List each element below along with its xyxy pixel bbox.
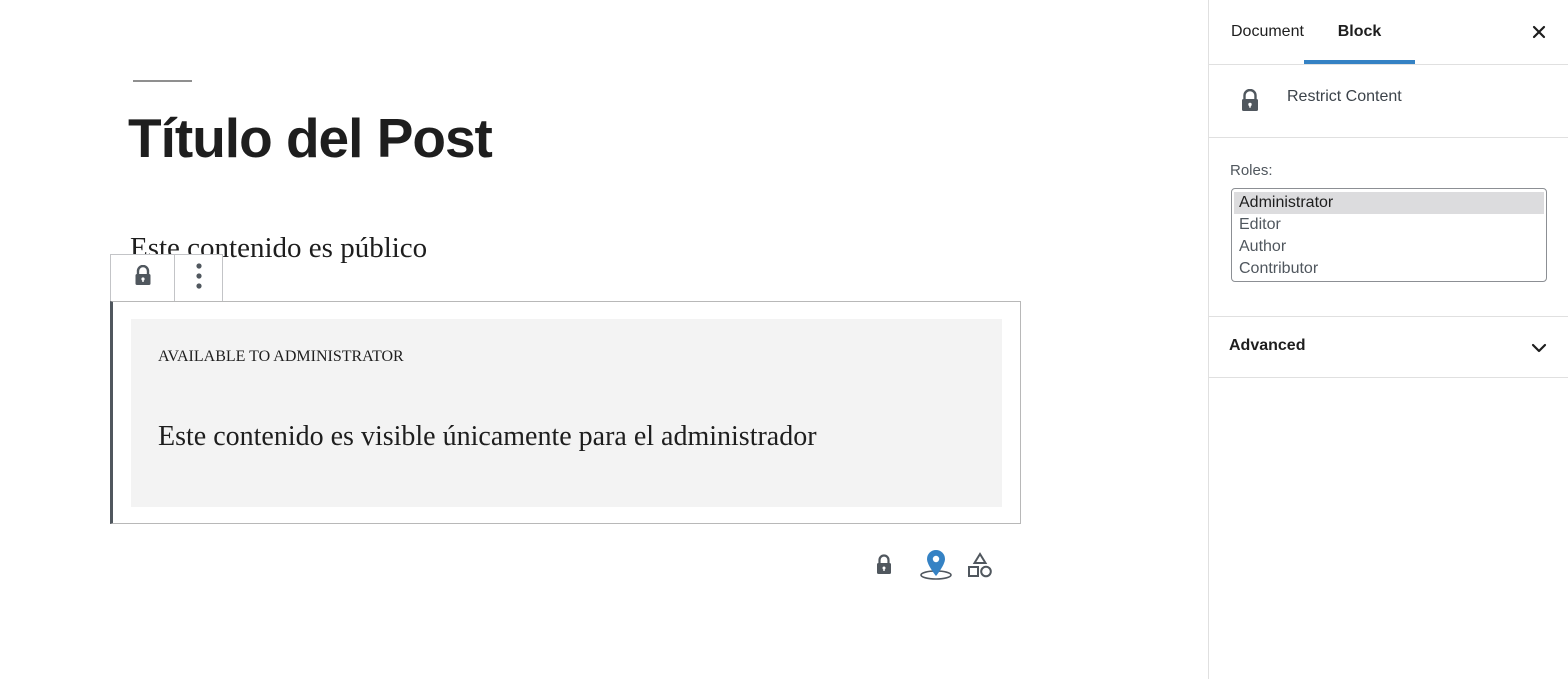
tab-block[interactable]: Block (1304, 0, 1415, 64)
availability-label: AVAILABLE TO ADMINISTRATOR (158, 348, 404, 365)
lock-icon (876, 553, 892, 581)
roles-label: Roles: (1230, 162, 1273, 179)
role-option-administrator[interactable]: Administrator (1234, 192, 1544, 214)
chevron-down-icon (1529, 338, 1549, 363)
post-title[interactable]: Título del Post (128, 106, 493, 170)
close-sidebar-button[interactable] (1529, 22, 1549, 42)
block-appender-icons (870, 548, 998, 586)
location-pin-icon (919, 548, 953, 587)
block-toolbar-more-button[interactable] (175, 255, 222, 301)
close-icon (1529, 25, 1549, 46)
block-toolbar-lock-button[interactable] (111, 255, 175, 301)
roles-multiselect[interactable]: Administrator Editor Author Contributor (1231, 188, 1547, 282)
settings-sidebar: Document Block Restrict Content Roles: A… (1208, 0, 1568, 679)
block-toolbar (110, 254, 223, 301)
restricted-content-area: AVAILABLE TO ADMINISTRATOR Este contenid… (131, 319, 1002, 507)
restrict-content-block[interactable]: AVAILABLE TO ADMINISTRATOR Este contenid… (110, 301, 1021, 524)
block-card: Restrict Content (1209, 65, 1568, 138)
roles-panel: Roles: Administrator Editor Author Contr… (1209, 138, 1568, 317)
title-separator (133, 80, 192, 82)
block-card-title: Restrict Content (1287, 88, 1402, 105)
sidebar-tabs: Document Block (1209, 0, 1568, 65)
restricted-paragraph[interactable]: Este contenido es visible únicamente par… (158, 421, 817, 453)
role-option-editor[interactable]: Editor (1234, 214, 1544, 236)
advanced-panel-toggle[interactable]: Advanced (1209, 317, 1568, 378)
more-vertical-icon (195, 262, 202, 294)
editor-canvas: Título del Post Este contenido es públic… (0, 0, 1208, 679)
role-option-contributor[interactable]: Contributor (1234, 258, 1544, 280)
advanced-label: Advanced (1229, 337, 1306, 354)
tab-document[interactable]: Document (1231, 0, 1304, 64)
shapes-icon (966, 551, 994, 584)
lock-button[interactable] (870, 548, 898, 586)
location-button[interactable] (908, 548, 964, 586)
lock-icon (134, 264, 152, 292)
shapes-button[interactable] (962, 548, 998, 586)
lock-icon (1240, 88, 1260, 118)
role-option-author[interactable]: Author (1234, 236, 1544, 258)
